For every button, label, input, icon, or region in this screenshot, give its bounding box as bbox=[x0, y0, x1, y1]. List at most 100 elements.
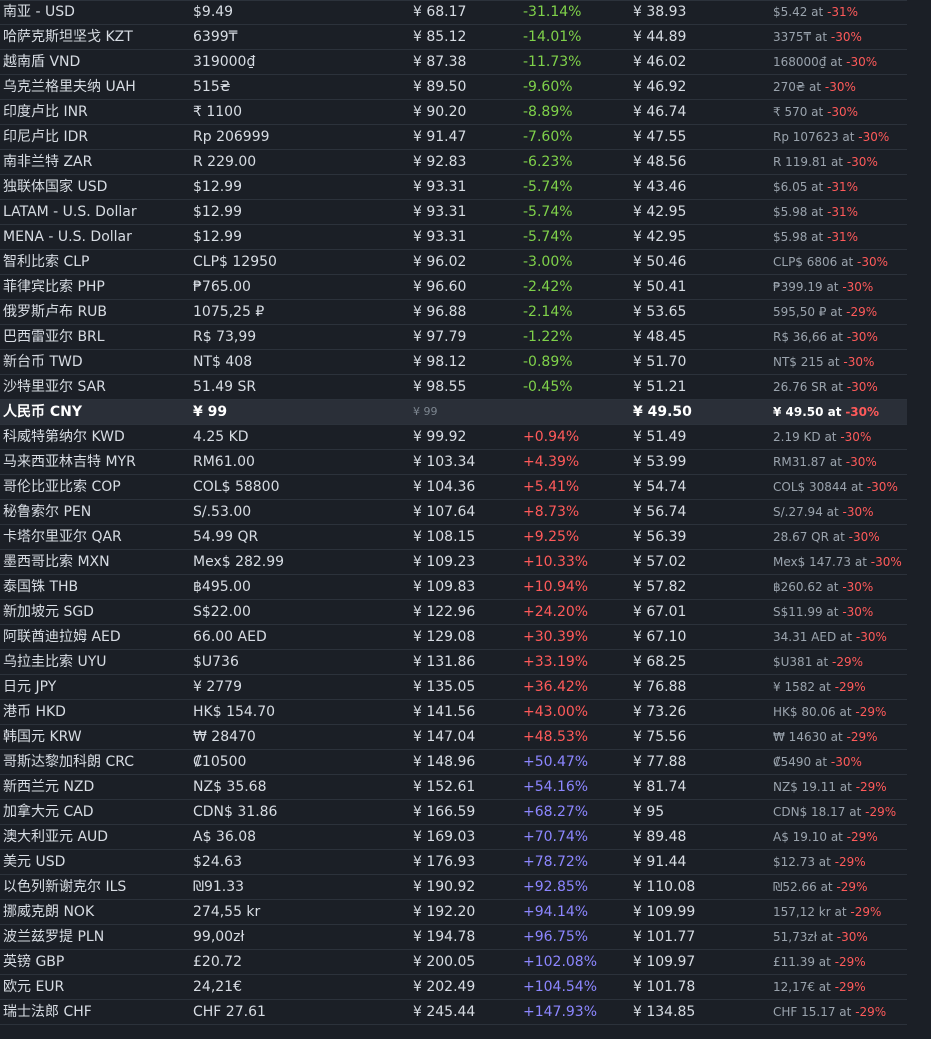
discount-percent: -29% bbox=[836, 880, 868, 894]
table-body: 南亚 - USD $9.49 ¥ 68.17 -31.14% ¥ 38.93 $5.42 … bbox=[0, 0, 907, 1025]
cny-price-cell: ¥ 89.50 bbox=[413, 79, 467, 95]
price-difference-cell: +9.25% bbox=[523, 529, 580, 545]
table-row: 卡塔尔里亚尔 QAR 54.99 QR ¥ 108.15 +9.25% ¥ 56.39 2… bbox=[0, 525, 907, 550]
discount-note-cell: ₩ 14630 at -29% bbox=[773, 725, 907, 749]
price-difference-cell: +5.41% bbox=[523, 479, 580, 495]
cny-price-cell: ¥ 99.92 bbox=[413, 429, 467, 445]
discount-note-price: Rp 107623 at bbox=[773, 130, 855, 144]
price-difference-cell: +10.94% bbox=[523, 579, 589, 595]
sale-price-cell: ¥ 50.46 bbox=[633, 254, 687, 270]
table-row: 阿联酋迪拉姆 AED 66.00 AED ¥ 129.08 +30.39% ¥ 67.1… bbox=[0, 625, 907, 650]
price-difference-cell: +48.53% bbox=[523, 729, 589, 745]
currency-name-cell: 哈萨克斯坦坚戈 KZT bbox=[3, 29, 133, 45]
cny-price-cell: ¥ 97.79 bbox=[413, 329, 467, 345]
discount-percent: -30% bbox=[846, 55, 878, 69]
currency-name-cell: 新西兰元 NZD bbox=[3, 779, 95, 795]
price-difference-cell: -9.60% bbox=[523, 79, 573, 95]
discount-note-cell: 168000₫ at -30% bbox=[773, 50, 907, 74]
discount-note-price: R 119.81 at bbox=[773, 155, 844, 169]
price-difference-cell: +96.75% bbox=[523, 929, 589, 945]
sale-price-cell: ¥ 53.65 bbox=[633, 304, 687, 320]
table-row: 瑞士法郎 CHF CHF 27.61 ¥ 245.44 +147.93% ¥ 134.8… bbox=[0, 1000, 907, 1025]
currency-name-cell: 墨西哥比索 MXN bbox=[3, 554, 110, 570]
discount-percent: -30% bbox=[827, 105, 859, 119]
discount-note-price: 168000₫ at bbox=[773, 55, 843, 69]
discount-note-price: £11.39 at bbox=[773, 955, 831, 969]
discount-percent: -29% bbox=[834, 855, 866, 869]
discount-percent: -30% bbox=[858, 130, 890, 144]
discount-note-price: 26.76 SR at bbox=[773, 380, 843, 394]
discount-note-cell: ₪52.66 at -29% bbox=[773, 875, 907, 899]
currency-name-cell: 秘鲁索尔 PEN bbox=[3, 504, 92, 520]
local-price-cell: Rp 206999 bbox=[193, 129, 270, 145]
discount-note-price: ₡5490 at bbox=[773, 755, 828, 769]
sale-price-cell: ¥ 50.41 bbox=[633, 279, 687, 295]
currency-name-cell: 卡塔尔里亚尔 QAR bbox=[3, 529, 122, 545]
currency-name-cell: 乌克兰格里夫纳 UAH bbox=[3, 79, 136, 95]
cny-price-cell: ¥ 93.31 bbox=[413, 204, 467, 220]
cny-price-cell: ¥ 109.83 bbox=[413, 579, 476, 595]
discount-percent: -29% bbox=[865, 805, 897, 819]
cny-price-cell: ¥ 166.59 bbox=[413, 804, 476, 820]
sale-price-cell: ¥ 42.95 bbox=[633, 204, 687, 220]
regional-price-table: 南亚 - USD $9.49 ¥ 68.17 -31.14% ¥ 38.93 $5.42 … bbox=[0, 0, 907, 1025]
currency-name-cell: 以色列新谢克尔 ILS bbox=[3, 879, 127, 895]
table-row: LATAM - U.S. Dollar $12.99 ¥ 93.31 -5.74% ¥ … bbox=[0, 200, 907, 225]
discount-note-price: 12,17€ at bbox=[773, 980, 831, 994]
price-difference-cell: -6.23% bbox=[523, 154, 573, 170]
table-row: 新台币 TWD NT$ 408 ¥ 98.12 -0.89% ¥ 51.70 NT$ 21… bbox=[0, 350, 907, 375]
discount-note-price: S/.27.94 at bbox=[773, 505, 839, 519]
cny-price-cell: ¥ 131.86 bbox=[413, 654, 476, 670]
discount-note-price: 2.19 KD at bbox=[773, 430, 837, 444]
table-row: 秘鲁索尔 PEN S/.53.00 ¥ 107.64 +8.73% ¥ 56.74 S/.… bbox=[0, 500, 907, 525]
discount-note-price: ¥ 1582 at bbox=[773, 680, 831, 694]
local-price-cell: 66.00 AED bbox=[193, 629, 267, 645]
discount-percent: -30% bbox=[842, 580, 874, 594]
discount-note-cell: Rp 107623 at -30% bbox=[773, 125, 907, 149]
discount-note-cell: $5.98 at -31% bbox=[773, 200, 907, 224]
cny-price-cell: ¥ 104.36 bbox=[413, 479, 476, 495]
local-price-cell: 24,21€ bbox=[193, 979, 242, 995]
currency-name-cell: 哥斯达黎加科朗 CRC bbox=[3, 754, 135, 770]
local-price-cell: R 229.00 bbox=[193, 154, 257, 170]
discount-percent: -30% bbox=[842, 605, 874, 619]
table-row: 美元 USD $24.63 ¥ 176.93 +78.72% ¥ 91.44 $12.73… bbox=[0, 850, 907, 875]
price-difference-cell: +43.00% bbox=[523, 704, 589, 720]
currency-name-cell: 南非兰特 ZAR bbox=[3, 154, 93, 170]
cny-price-cell: ¥ 109.23 bbox=[413, 554, 476, 570]
local-price-cell: RM61.00 bbox=[193, 454, 255, 470]
discount-percent: -30% bbox=[836, 930, 868, 944]
table-row: 乌克兰格里夫纳 UAH 515₴ ¥ 89.50 -9.60% ¥ 46.92 270₴ … bbox=[0, 75, 907, 100]
currency-name-cell: 越南盾 VND bbox=[3, 54, 81, 70]
discount-note-price: S$11.99 at bbox=[773, 605, 839, 619]
discount-percent: -30% bbox=[830, 30, 862, 44]
discount-note-cell: HK$ 80.06 at -29% bbox=[773, 700, 907, 724]
cny-price-cell: ¥ 90.20 bbox=[413, 104, 467, 120]
cny-price-cell: ¥ 68.17 bbox=[413, 4, 467, 20]
cny-price-cell: ¥ 152.61 bbox=[413, 779, 476, 795]
discount-note-price: 157,12 kr at bbox=[773, 905, 847, 919]
discount-percent: -29% bbox=[855, 1005, 887, 1019]
discount-note-price: $12.73 at bbox=[773, 855, 831, 869]
cny-price-cell: ¥ 169.03 bbox=[413, 829, 476, 845]
local-price-cell: S$22.00 bbox=[193, 604, 251, 620]
price-difference-cell: -1.22% bbox=[523, 329, 573, 345]
price-difference-cell: +33.19% bbox=[523, 654, 589, 670]
discount-percent: -30% bbox=[824, 80, 856, 94]
sale-price-cell: ¥ 46.74 bbox=[633, 104, 687, 120]
local-price-cell: 515₴ bbox=[193, 79, 231, 95]
price-difference-cell: -14.01% bbox=[523, 29, 582, 45]
currency-name-cell: 新加坡元 SGD bbox=[3, 604, 94, 620]
currency-name-cell: 独联体国家 USD bbox=[3, 179, 108, 195]
currency-name-cell: MENA - U.S. Dollar bbox=[3, 229, 132, 245]
discount-note-price: COL$ 30844 at bbox=[773, 480, 864, 494]
discount-percent: -30% bbox=[848, 530, 880, 544]
local-price-cell: CDN$ 31.86 bbox=[193, 804, 278, 820]
sale-price-cell: ¥ 134.85 bbox=[633, 1004, 696, 1020]
discount-note-cell: $12.73 at -29% bbox=[773, 850, 907, 874]
discount-note-price: R$ 36,66 at bbox=[773, 330, 844, 344]
price-difference-cell: +147.93% bbox=[523, 1004, 598, 1020]
local-price-cell: ₪91.33 bbox=[193, 879, 245, 895]
discount-percent: -30% bbox=[842, 505, 874, 519]
price-difference-cell: -8.89% bbox=[523, 104, 573, 120]
